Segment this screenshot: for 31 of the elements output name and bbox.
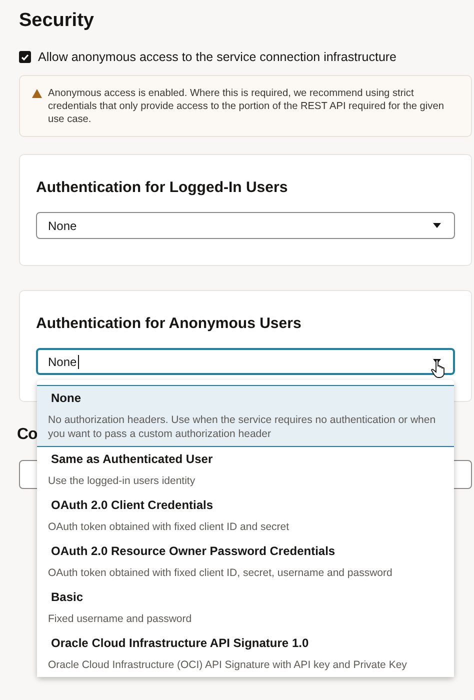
checkbox-label: Allow anonymous access to the service connection infrastructure: [38, 50, 397, 64]
option-description: Oracle Cloud Infrastructure (OCI) API Signature with API key and Private Key: [48, 658, 408, 673]
dropdown-option[interactable]: Basic Fixed username and password: [37, 585, 454, 631]
warning-message: Anonymous access is enabled. Where this is required, we recommend using strict credentials that only provide access to the portion of the REST API required for the given use case.: [48, 87, 445, 126]
option-title: OAuth 2.0 Client Credentials: [51, 498, 214, 513]
option-description: OAuth token obtained with fixed client ID, secret, username and password: [48, 566, 394, 581]
option-description: OAuth token obtained with fixed client ID and secret: [48, 520, 290, 535]
select-field[interactable]: None: [36, 212, 455, 239]
option-title: Oracle Cloud Infrastructure API Signature 1.0: [51, 636, 310, 651]
dropdown-option[interactable]: None No authorization headers. Use when the service requires no authentication or when you want to pass a custom authorization header: [37, 385, 454, 447]
dropdown-option[interactable]: OAuth 2.0 Client Credentials OAuth token obtained with fixed client ID and secret: [37, 493, 454, 539]
option-title: OAuth 2.0 Resource Owner Password Credentials: [51, 544, 336, 559]
option-title: None: [51, 391, 82, 406]
dropdown-option[interactable]: Oracle Cloud Infrastructure API Signature 1.0 Oracle Cloud Infrastructure (OCI) API Signature with API key and Private Key: [37, 631, 454, 677]
hand-cursor-icon: [431, 359, 447, 379]
select-value: None: [48, 218, 77, 232]
option-title: Basic: [51, 590, 84, 605]
section-heading: Co: [17, 426, 38, 444]
select-value: None: [48, 354, 77, 368]
option-title: Same as Authenticated User: [51, 452, 214, 467]
section-title: Security: [19, 10, 95, 32]
option-description: No authorization headers. Use when the service requires no authentication or when you want to pass a custom authorization header: [48, 413, 437, 442]
text-cursor: [78, 354, 79, 368]
dropdown-option[interactable]: OAuth 2.0 Resource Owner Password Credentials OAuth token obtained with fixed client ID, secret, username and password: [37, 539, 454, 585]
checkbox[interactable]: [19, 51, 31, 63]
option-description: Fixed username and password: [48, 612, 193, 627]
warning-icon: [32, 89, 42, 98]
card-title: Authentication for Logged-In Users: [36, 179, 289, 196]
option-description: Use the logged-in users identity: [48, 474, 196, 489]
card-title: Authentication for Anonymous Users: [36, 315, 302, 332]
dropdown-option[interactable]: Same as Authenticated User Use the logged-in users identity: [37, 447, 454, 493]
